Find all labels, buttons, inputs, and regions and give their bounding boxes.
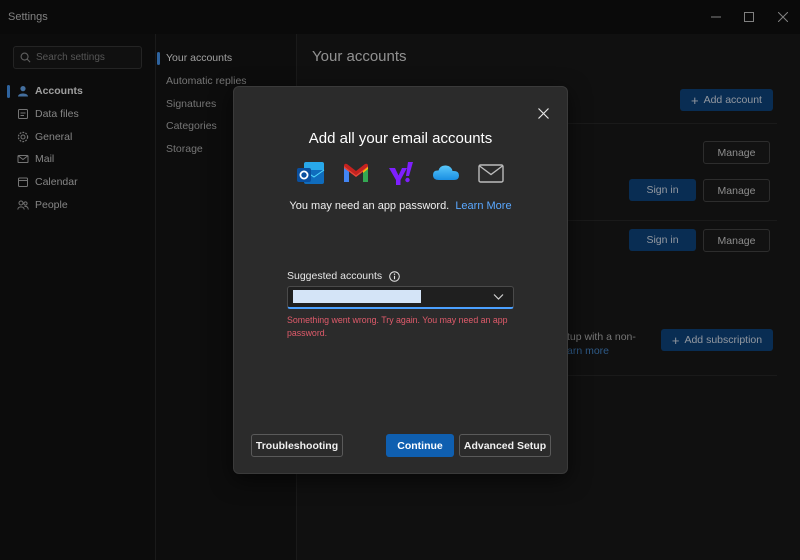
app-password-note: You may need an app password. Learn More bbox=[234, 200, 567, 212]
error-message: Something went wrong. Try again. You may… bbox=[287, 315, 508, 338]
suggested-accounts-dropdown[interactable] bbox=[287, 286, 514, 309]
close-icon bbox=[537, 107, 549, 119]
yahoo-icon bbox=[386, 158, 416, 188]
generic-mail-icon bbox=[476, 158, 506, 188]
dialog-title: Add all your email accounts bbox=[308, 130, 493, 147]
add-account-dialog: Add all your email accounts You may need… bbox=[233, 86, 568, 474]
outlook-icon bbox=[296, 158, 326, 188]
continue-button[interactable]: Continue bbox=[386, 434, 454, 457]
suggested-label-text: Suggested accounts bbox=[287, 270, 383, 282]
icloud-icon bbox=[431, 158, 461, 188]
chevron-down-icon bbox=[493, 294, 504, 300]
gmail-icon bbox=[341, 158, 371, 188]
provider-icons bbox=[296, 158, 508, 188]
advanced-setup-button[interactable]: Advanced Setup bbox=[459, 434, 551, 457]
troubleshooting-button[interactable]: Troubleshooting bbox=[251, 434, 343, 457]
redacted-account-value bbox=[293, 290, 421, 303]
note-text: You may need an app password. bbox=[289, 200, 450, 212]
suggested-accounts-label: Suggested accounts bbox=[287, 270, 400, 282]
dialog-close-button[interactable] bbox=[535, 105, 551, 121]
info-icon[interactable] bbox=[389, 270, 400, 282]
learn-more-link[interactable]: Learn More bbox=[455, 200, 511, 212]
